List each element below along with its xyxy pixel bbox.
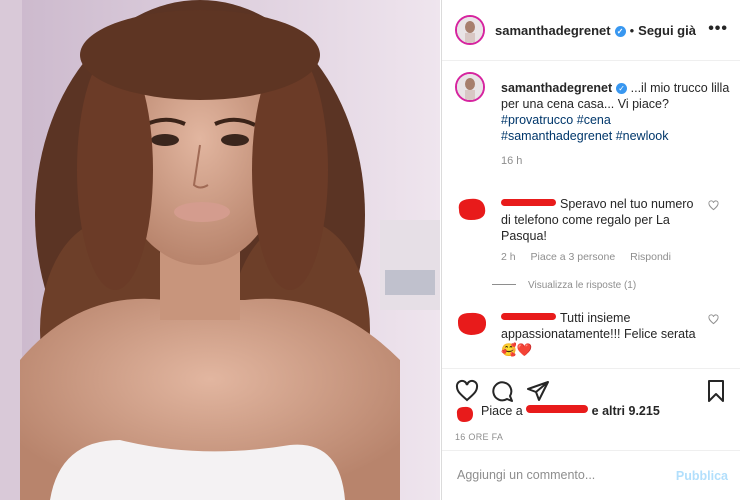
comment-likes[interactable]: Piace a 3 persone <box>531 251 616 263</box>
avatar-image <box>457 17 483 43</box>
redacted-username <box>526 405 589 413</box>
username-link[interactable]: samanthadegrenet ✓ <box>495 23 626 38</box>
redacted-avatar <box>456 406 473 422</box>
save-bookmark-icon[interactable] <box>704 379 728 403</box>
view-replies-link[interactable]: Visualizza le risposte (1) <box>492 280 636 291</box>
share-paper-plane-icon[interactable] <box>526 379 550 403</box>
replies-line <box>492 284 516 285</box>
hashtag-link[interactable]: #samanthadegrenet <box>501 129 612 143</box>
action-bar <box>442 368 740 409</box>
likes-count[interactable]: e altri 9.215 <box>592 404 660 418</box>
follow-button[interactable]: Segui già <box>638 23 696 38</box>
redacted-avatar <box>458 198 486 220</box>
redacted-avatar <box>457 312 487 335</box>
comment-bubble-icon[interactable] <box>490 379 514 403</box>
hashtag-link[interactable]: #provatrucco <box>501 113 573 127</box>
caption-username[interactable]: samanthadegrenet <box>501 81 612 95</box>
publish-button[interactable]: Pubblica <box>676 469 728 483</box>
post-side-panel: samanthadegrenet ✓ • Segui già ••• samant… <box>441 0 740 500</box>
caption-avatar[interactable] <box>455 72 485 102</box>
post-header: samanthadegrenet ✓ • Segui già ••• <box>442 0 740 61</box>
verified-badge-icon: ✓ <box>616 83 628 94</box>
view-replies-text[interactable]: Visualizza le risposte (1) <box>528 280 636 291</box>
username-text[interactable]: samanthadegrenet <box>495 23 611 38</box>
post-photo[interactable] <box>0 0 440 500</box>
comment-input[interactable] <box>455 467 659 483</box>
post-time-ago[interactable]: 16 ORE FA <box>455 432 503 442</box>
hashtag-link[interactable]: #newlook <box>616 129 669 143</box>
caption-time[interactable]: 16 h <box>501 155 522 167</box>
caption-text-block: samanthadegrenet ✓ ...il mio trucco lilla… <box>501 80 731 169</box>
add-comment-bar: Pubblica <box>442 450 740 501</box>
like-comment-icon[interactable] <box>708 200 719 211</box>
selfie-photo <box>0 0 440 500</box>
hashtag-link[interactable]: #cena <box>577 113 611 127</box>
redacted-username <box>501 313 556 320</box>
comment-body: Tutti insieme appassionatamente!!! Felic… <box>501 310 701 358</box>
verified-badge-icon: ✓ <box>614 25 626 37</box>
like-heart-icon[interactable] <box>455 379 479 403</box>
like-comment-icon[interactable] <box>708 314 719 325</box>
likes-summary[interactable]: Piace a e altri 9.215 <box>455 404 735 422</box>
comment-time[interactable]: 2 h <box>501 251 516 263</box>
avatar-image <box>457 74 483 100</box>
avatar[interactable] <box>455 15 485 45</box>
comment-body: Speravo nel tuo numero di telefono come … <box>501 196 701 244</box>
more-options-icon[interactable]: ••• <box>708 20 728 38</box>
comment-meta: 2 h Piace a 3 persone Rispondi <box>501 251 683 263</box>
redacted-username <box>501 199 556 206</box>
likes-prefix: Piace a <box>481 404 523 418</box>
reply-button[interactable]: Rispondi <box>630 251 671 263</box>
separator-dot: • <box>629 22 635 38</box>
